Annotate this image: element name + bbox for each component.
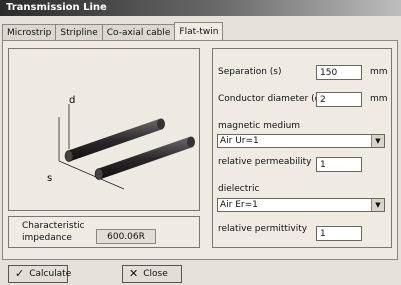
tab-flat-twin[interactable]: Flat-twin [174,22,224,41]
magnetic-medium-select[interactable]: Air Ur=1 ▼ [217,134,385,148]
dielectric-label: dielectric [218,184,260,194]
close-button[interactable]: ✕ Close [122,265,182,283]
relative-permittivity-input[interactable]: 1 [316,226,362,241]
transmission-line-window: Transmission Line Microstrip Stripline C… [0,0,401,285]
relative-permeability-input[interactable]: 1 [316,157,362,172]
parameters-panel [212,48,392,248]
dielectric-value: Air Er=1 [220,200,258,210]
tab-microstrip[interactable]: Microstrip [2,24,57,41]
x-icon: ✕ [129,267,139,280]
chevron-down-icon[interactable]: ▼ [371,135,384,147]
conductor-diameter-label: Conductor diameter (d) [218,94,324,104]
dielectric-select[interactable]: Air Er=1 ▼ [217,198,385,212]
label-s: s [47,173,52,184]
conductor-diameter-input[interactable]: 2 [316,92,362,107]
separation-input[interactable]: 150 [316,65,362,80]
characteristic-impedance-label-line2: impedance [22,233,72,243]
diagram-panel: d s [8,48,200,211]
window-title: Transmission Line [0,0,401,16]
check-icon: ✓ [15,267,25,280]
label-d: d [69,95,75,106]
separation-unit: mm [370,67,388,77]
close-label: Close [143,269,168,279]
characteristic-impedance-value: 600.06R [96,229,156,244]
calculate-button[interactable]: ✓ Calculate [8,265,72,283]
tab-strip: Microstrip Stripline Co-axial cable Flat… [2,22,224,41]
flat-twin-diagram: d s [47,95,195,190]
separation-label: Separation (s) [218,67,282,77]
tab-stripline[interactable]: Stripline [55,24,103,41]
magnetic-medium-value: Air Ur=1 [220,136,259,146]
characteristic-impedance-label-line1: Characteristic [22,221,85,231]
relative-permittivity-label: relative permittivity [218,224,308,234]
relative-permeability-label: relative permeability [218,157,312,167]
magnetic-medium-label: magnetic medium [218,121,301,131]
chevron-down-icon[interactable]: ▼ [371,199,384,211]
tab-coaxial-cable[interactable]: Co-axial cable [101,24,176,41]
conductor-diameter-unit: mm [370,94,388,104]
calculate-label: Calculate [29,269,72,279]
